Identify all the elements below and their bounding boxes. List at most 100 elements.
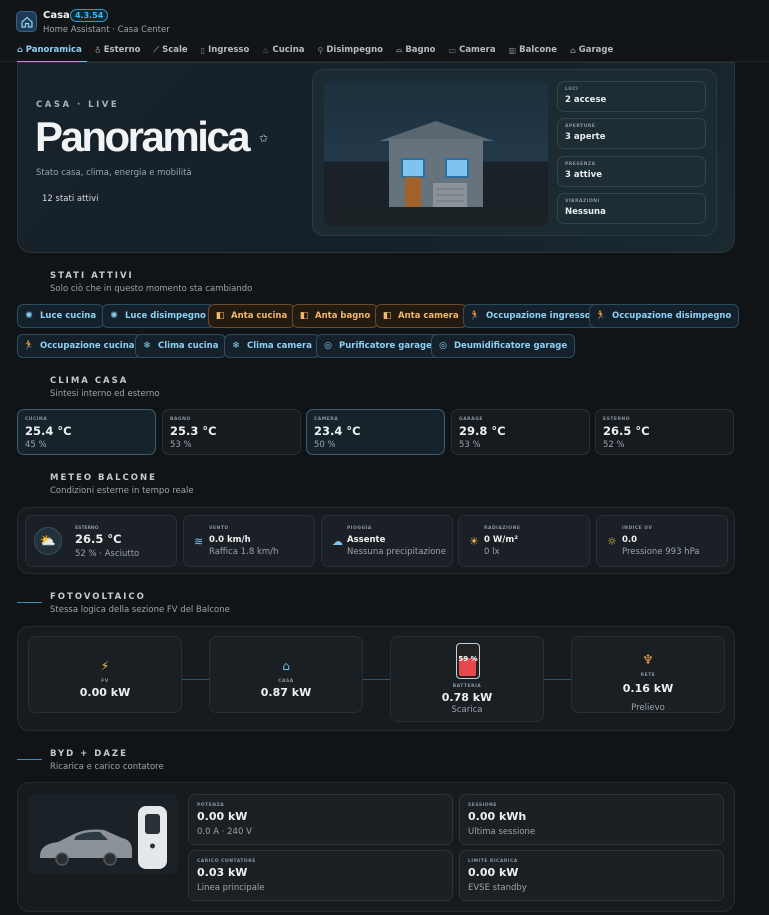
- door-open-icon: ◧: [299, 311, 309, 321]
- ev-card-potenza[interactable]: POTENZA 0.00 kW 0.0 A · 240 V: [188, 794, 453, 845]
- section-title-meteo: METEO BALCONE: [50, 473, 157, 483]
- purifier-icon: ◎: [324, 341, 332, 351]
- hero-card: CASA · LIVE Panoramica ✩ Stato casa, cli…: [17, 62, 735, 253]
- meteo-card[interactable]: ☼ INDICE UV 0.0 Pressione 993 hPa: [596, 515, 728, 567]
- tab-panoramica[interactable]: ⌂ Panoramica: [17, 44, 87, 62]
- solar-panel-icon: ⚡: [100, 659, 110, 673]
- pot-icon: ♨: [262, 45, 270, 55]
- bath-icon: ⌓: [395, 45, 403, 54]
- section-title-ev: BYD + DAZE: [50, 749, 128, 759]
- tab-garage[interactable]: ⌂ Garage: [570, 44, 618, 62]
- weather-partly-cloudy-icon: ⛅: [34, 527, 62, 555]
- hero-kicker: CASA · LIVE: [36, 100, 120, 110]
- app-subtitle: Home Assistant · Casa Center: [43, 25, 170, 35]
- star-icon[interactable]: ✩: [259, 132, 268, 145]
- fv-card-pv[interactable]: ⚡ FV 0.00 kW: [28, 636, 182, 713]
- bulb-icon: ✺: [110, 311, 118, 321]
- state-chip[interactable]: ◎ Purificatore garage: [316, 334, 440, 358]
- meteo-panel: ⛅ ESTERNO 26.5 °C 52 % · Asciutto ≋ VENTO…: [17, 507, 735, 574]
- state-chip[interactable]: ✺ Luce cucina: [17, 304, 105, 328]
- meteo-card[interactable]: ≋ VENTO 0.0 km/h Raffica 1.8 km/h: [183, 515, 315, 567]
- state-chip[interactable]: ◧ Anta bagno: [292, 304, 379, 328]
- tab-bagno[interactable]: ⌓ Bagno: [396, 44, 441, 62]
- ev-card-carico[interactable]: CARICO CONTATORE 0.03 kW Linea principal…: [188, 850, 453, 901]
- app-title: Casa: [43, 10, 70, 21]
- fv-card-casa[interactable]: ⌂ CASA 0.87 kW: [209, 636, 363, 713]
- page-title: Panoramica: [35, 113, 251, 160]
- fv-card-rete[interactable]: ♆ RETE 0.16 kW Prelievo: [571, 636, 725, 713]
- home-icon: ⌂: [17, 45, 23, 54]
- power-tower-icon: ♆: [642, 653, 654, 668]
- tab-cucina[interactable]: ♨ Cucina: [262, 44, 309, 62]
- section-line: [17, 759, 42, 760]
- home-icon: ⌂: [282, 659, 290, 673]
- ev-panel: POTENZA 0.00 kW 0.0 A · 240 V SESSIONE 0…: [17, 782, 735, 912]
- fv-card-batteria[interactable]: 59 % BATTERIA 0.78 kW Scarica: [390, 636, 544, 722]
- section-line: [17, 602, 42, 603]
- state-chip[interactable]: ◧ Anta cucina: [208, 304, 296, 328]
- uv-icon: ☼: [607, 535, 617, 548]
- motion-icon: 🏃: [469, 311, 481, 321]
- balcony-icon: ▥: [508, 45, 517, 55]
- clima-card[interactable]: GARAGE 29.8 °C 53 %: [451, 409, 590, 455]
- ev-illustration: [28, 794, 178, 874]
- state-chip[interactable]: ◧ Anta camera: [375, 304, 467, 328]
- tab-balcone[interactable]: ▥ Balcone: [509, 44, 562, 62]
- meteo-card-esterno[interactable]: ⛅ ESTERNO 26.5 °C 52 % · Asciutto: [25, 515, 177, 567]
- door-icon: ▯: [200, 45, 206, 55]
- ac-icon: ❄: [143, 341, 151, 351]
- car-charger-icon: [40, 806, 167, 869]
- garage-icon: ⌂: [570, 45, 576, 55]
- stat-aperture[interactable]: APERTURE 3 aperte: [557, 118, 706, 149]
- state-chip[interactable]: ✺ Luce disimpegno: [102, 304, 214, 328]
- app-header: Casa 4.3.54 Home Assistant · Casa Center…: [0, 0, 769, 62]
- state-chip[interactable]: ❄ Clima cucina: [135, 334, 227, 358]
- fv-panel: ⚡ FV 0.00 kW ⌂ CASA 0.87 kW 59 % BATTERI…: [17, 626, 735, 731]
- meteo-card[interactable]: ☁ PIOGGIA Assente Nessuna precipitazione: [321, 515, 453, 567]
- version-badge: 4.3.54: [70, 9, 109, 22]
- section-title-stati: STATI ATTIVI: [50, 271, 134, 281]
- section-subtitle-fv: Stessa logica della sezione FV del Balco…: [50, 605, 230, 615]
- tab-scale[interactable]: ⟋ Scale: [153, 44, 192, 62]
- door-open-icon: ◧: [382, 311, 392, 321]
- tab-disimpegno[interactable]: ⚲ Disimpegno: [318, 44, 388, 62]
- hero-description: Stato casa, clima, energia e mobilità: [36, 168, 192, 178]
- motion-icon: 🏃: [23, 341, 35, 351]
- stat-vibrazioni[interactable]: VIBRAZIONI Nessuna: [557, 193, 706, 224]
- clima-card[interactable]: CUCINA 25.4 °C 45 %: [17, 409, 156, 455]
- flow-connector: [182, 679, 209, 680]
- bed-icon: ▭: [448, 45, 457, 55]
- ev-card-limite[interactable]: LIMITE RICARICA 0.00 kW EVSE standby: [459, 850, 724, 901]
- state-chip[interactable]: 🏃 Occupazione disimpegno: [589, 304, 740, 328]
- clima-card[interactable]: BAGNO 25.3 °C 53 %: [162, 409, 301, 455]
- tab-ingresso[interactable]: ▯ Ingresso: [201, 44, 255, 62]
- home-logo-icon[interactable]: [16, 11, 37, 32]
- clima-card[interactable]: ESTERNO 26.5 °C 52 %: [595, 409, 734, 455]
- state-chip[interactable]: 🏃 Occupazione ingresso: [463, 304, 599, 328]
- tab-camera[interactable]: ▭ Camera: [449, 44, 501, 62]
- flow-connector: [363, 679, 390, 680]
- section-subtitle-clima: Sintesi interno ed esterno: [50, 389, 160, 399]
- tab-bar: ⌂ Panoramica ♁ Esterno ⟋ Scale ▯ Ingresso ♨ C…: [17, 44, 626, 62]
- state-chip[interactable]: ◎ Deumidificatore garage: [431, 334, 576, 358]
- flow-connector: [544, 679, 571, 680]
- section-title-fv: FOTOVOLTAICO: [50, 592, 146, 602]
- clima-card[interactable]: CAMERA 23.4 °C 50 %: [306, 409, 445, 455]
- walk-icon: ⚲: [317, 45, 324, 55]
- section-subtitle-stati: Solo ciò che in questo momento sta cambi…: [50, 284, 253, 294]
- stat-luci[interactable]: LUCI 2 accese: [557, 81, 706, 112]
- sun-icon: ☀: [469, 535, 479, 548]
- stat-presenza[interactable]: PRESENZA 3 attive: [557, 156, 706, 187]
- tab-esterno[interactable]: ♁ Esterno: [95, 44, 146, 62]
- bulb-icon: ♁: [94, 45, 101, 55]
- ac-icon: ❄: [232, 341, 240, 351]
- motion-icon: 🏃: [595, 311, 607, 321]
- house-illustration: [324, 81, 548, 226]
- ev-card-sessione[interactable]: SESSIONE 0.00 kWh Ultima sessione: [459, 794, 724, 845]
- state-chip[interactable]: 🏃 Occupazione cucina: [17, 334, 143, 358]
- meteo-card[interactable]: ☀ RADIAZIONE 0 W/m² 0 lx: [458, 515, 590, 567]
- state-chip[interactable]: ❄ Clima camera: [224, 334, 320, 358]
- door-open-icon: ◧: [215, 311, 225, 321]
- dehumidifier-icon: ◎: [439, 341, 447, 351]
- wind-icon: ≋: [194, 535, 204, 548]
